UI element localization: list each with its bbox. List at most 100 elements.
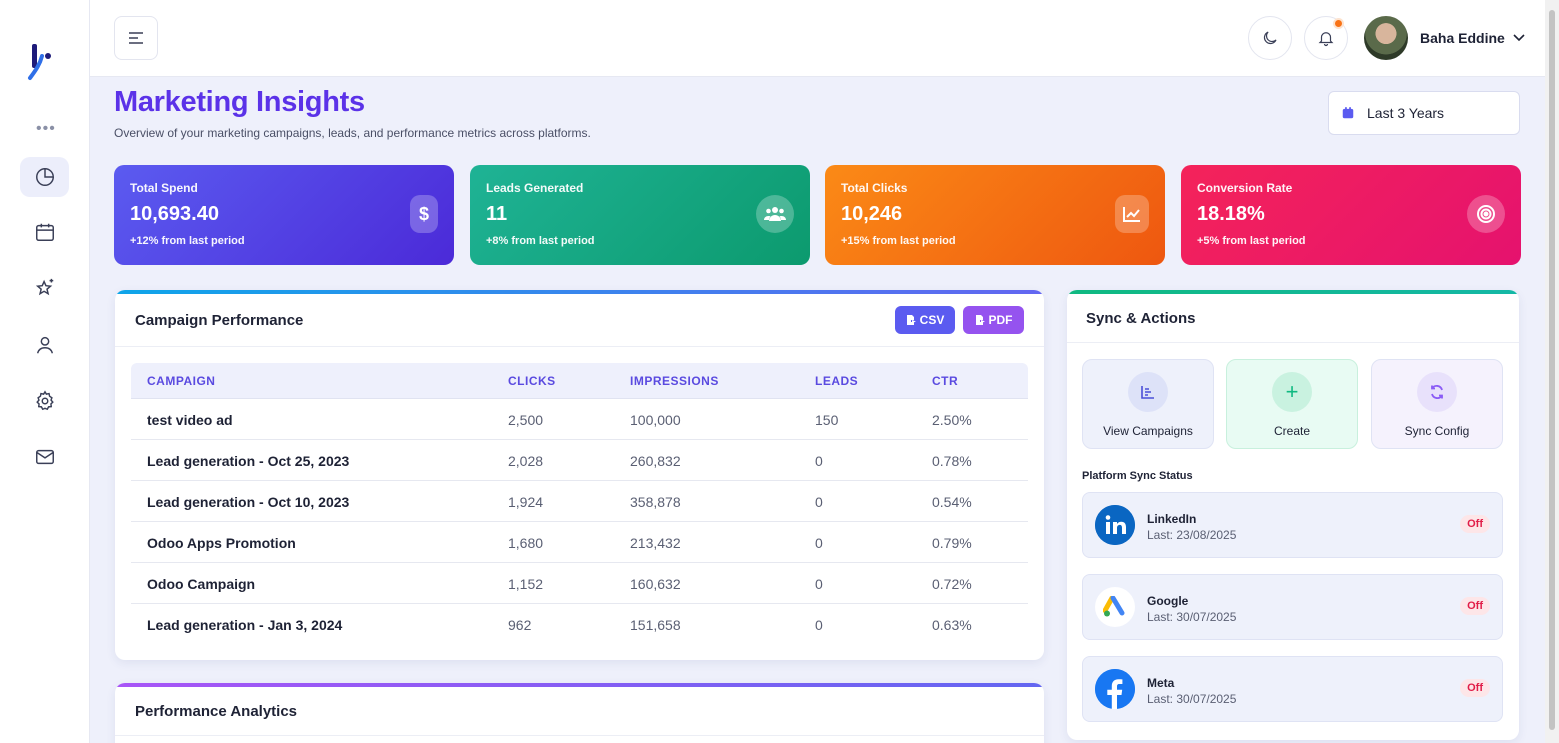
scrollbar[interactable] xyxy=(1545,0,1559,743)
plus-icon: + xyxy=(1272,372,1312,412)
list-chart-icon xyxy=(1128,372,1168,412)
platform-name: Meta xyxy=(1147,676,1175,690)
create-button[interactable]: + Create xyxy=(1226,359,1358,449)
cell-campaign: Lead generation - Jan 3, 2024 xyxy=(147,617,343,633)
sidebar-item-favorites[interactable] xyxy=(20,268,69,308)
table-row[interactable]: Odoo Campaign 1,152 160,632 0 0.72% xyxy=(131,563,1028,604)
column-header[interactable]: CAMPAIGN xyxy=(147,374,215,388)
moon-icon xyxy=(1263,31,1277,45)
target-icon xyxy=(1467,195,1505,233)
platform-last-sync: Last: 23/08/2025 xyxy=(1147,528,1237,542)
sidebar-item-profile[interactable] xyxy=(20,325,69,365)
stat-value: 10,246 xyxy=(841,203,903,225)
cell-clicks: 1,152 xyxy=(508,576,544,592)
cell-leads: 0 xyxy=(815,576,823,592)
cell-campaign: test video ad xyxy=(147,412,233,428)
cell-clicks: 1,680 xyxy=(508,535,544,551)
action-label: View Campaigns xyxy=(1103,424,1193,438)
top-bar: Baha Eddine xyxy=(90,0,1545,77)
platform-name: LinkedIn xyxy=(1147,512,1197,526)
google-ads-icon xyxy=(1095,587,1135,627)
table-header: CAMPAIGN CLICKS IMPRESSIONS LEADS CTR xyxy=(131,363,1028,399)
cell-campaign: Odoo Campaign xyxy=(147,576,256,592)
stat-card-total-spend: Total Spend 10,693.40 +12% from last per… xyxy=(114,165,454,265)
date-range-selector[interactable]: Last 3 Years xyxy=(1328,91,1520,135)
cell-ctr: 0.72% xyxy=(932,576,972,592)
performance-analytics-panel: Performance Analytics xyxy=(115,683,1044,743)
table-row[interactable]: Odoo Apps Promotion 1,680 213,432 0 0.79… xyxy=(131,522,1028,563)
panel-title: Campaign Performance xyxy=(135,312,304,329)
stat-label: Leads Generated xyxy=(486,181,584,195)
cell-leads: 0 xyxy=(815,617,823,633)
menu-toggle-button[interactable] xyxy=(114,16,158,60)
sidebar-item-messages[interactable] xyxy=(20,437,69,477)
users-icon xyxy=(756,195,794,233)
sidebar-item-settings[interactable] xyxy=(20,381,69,421)
stat-label: Conversion Rate xyxy=(1197,181,1293,195)
cell-leads: 150 xyxy=(815,412,839,428)
page-title: Marketing Insights xyxy=(114,86,365,118)
export-pdf-button[interactable]: PDF xyxy=(963,306,1024,334)
cell-clicks: 2,028 xyxy=(508,453,544,469)
app-logo[interactable] xyxy=(26,42,56,82)
cell-leads: 0 xyxy=(815,535,823,551)
csv-label: CSV xyxy=(919,313,945,327)
column-header[interactable]: IMPRESSIONS xyxy=(630,374,719,388)
page-subtitle: Overview of your marketing campaigns, le… xyxy=(114,126,591,140)
cell-clicks: 1,924 xyxy=(508,494,544,510)
table-row[interactable]: Lead generation - Oct 10, 2023 1,924 358… xyxy=(131,481,1028,522)
sidebar-item-calendar[interactable] xyxy=(20,212,69,252)
line-chart-icon xyxy=(1115,195,1149,233)
sync-config-button[interactable]: Sync Config xyxy=(1371,359,1503,449)
more-dots-icon[interactable]: ••• xyxy=(36,120,56,138)
cell-campaign: Lead generation - Oct 25, 2023 xyxy=(147,453,350,469)
cell-campaign: Lead generation - Oct 10, 2023 xyxy=(147,494,350,510)
bell-icon xyxy=(1318,32,1334,47)
cell-leads: 0 xyxy=(815,453,823,469)
pie-chart-icon xyxy=(35,168,54,186)
file-export-icon xyxy=(906,315,916,325)
status-badge[interactable]: Off xyxy=(1460,515,1490,533)
panel-accent-line xyxy=(115,683,1044,687)
campaign-table: CAMPAIGN CLICKS IMPRESSIONS LEADS CTR te… xyxy=(131,363,1028,645)
cell-ctr: 0.63% xyxy=(932,617,972,633)
table-row[interactable]: Lead generation - Oct 25, 2023 2,028 260… xyxy=(131,440,1028,481)
panel-accent-line xyxy=(115,290,1044,294)
table-row[interactable]: Lead generation - Jan 3, 2024 962 151,65… xyxy=(131,604,1028,645)
theme-toggle-button[interactable] xyxy=(1248,16,1292,60)
platform-row-linkedin[interactable]: LinkedIn Last: 23/08/2025 Off xyxy=(1082,492,1503,558)
status-badge[interactable]: Off xyxy=(1460,679,1490,697)
export-csv-button[interactable]: CSV xyxy=(895,306,955,334)
action-label: Sync Config xyxy=(1404,424,1470,438)
cell-impressions: 213,432 xyxy=(630,535,681,551)
divider xyxy=(115,346,1044,347)
scrollbar-thumb[interactable] xyxy=(1549,10,1555,730)
platform-row-meta[interactable]: Meta Last: 30/07/2025 Off xyxy=(1082,656,1503,722)
stat-delta: +8% from last period xyxy=(486,235,595,247)
cell-ctr: 0.79% xyxy=(932,535,972,551)
stat-value: 10,693.40 xyxy=(130,203,219,225)
avatar[interactable] xyxy=(1364,16,1408,60)
status-badge[interactable]: Off xyxy=(1460,597,1490,615)
cell-ctr: 0.54% xyxy=(932,494,972,510)
cell-impressions: 151,658 xyxy=(630,617,681,633)
platform-last-sync: Last: 30/07/2025 xyxy=(1147,610,1237,624)
gear-icon xyxy=(35,390,54,411)
notifications-button[interactable] xyxy=(1304,16,1348,60)
platform-row-google[interactable]: Google Last: 30/07/2025 Off xyxy=(1082,574,1503,640)
sync-icon xyxy=(1417,372,1457,412)
sync-actions-panel: Sync & Actions View Campaigns + Create S… xyxy=(1067,290,1519,740)
stat-card-leads-generated: Leads Generated 11 +8% from last period xyxy=(470,165,810,265)
cell-campaign: Odoo Apps Promotion xyxy=(147,535,296,551)
cell-impressions: 260,832 xyxy=(630,453,681,469)
view-campaigns-button[interactable]: View Campaigns xyxy=(1082,359,1214,449)
sidebar-item-dashboard[interactable] xyxy=(20,157,69,197)
column-header[interactable]: LEADS xyxy=(815,374,858,388)
table-row[interactable]: test video ad 2,500 100,000 150 2.50% xyxy=(131,399,1028,440)
column-header[interactable]: CTR xyxy=(932,374,958,388)
user-name[interactable]: Baha Eddine xyxy=(1420,30,1505,46)
menu-icon xyxy=(129,32,143,44)
column-header[interactable]: CLICKS xyxy=(508,374,556,388)
chevron-down-icon[interactable] xyxy=(1512,30,1526,44)
sidebar: ••• xyxy=(0,0,90,743)
